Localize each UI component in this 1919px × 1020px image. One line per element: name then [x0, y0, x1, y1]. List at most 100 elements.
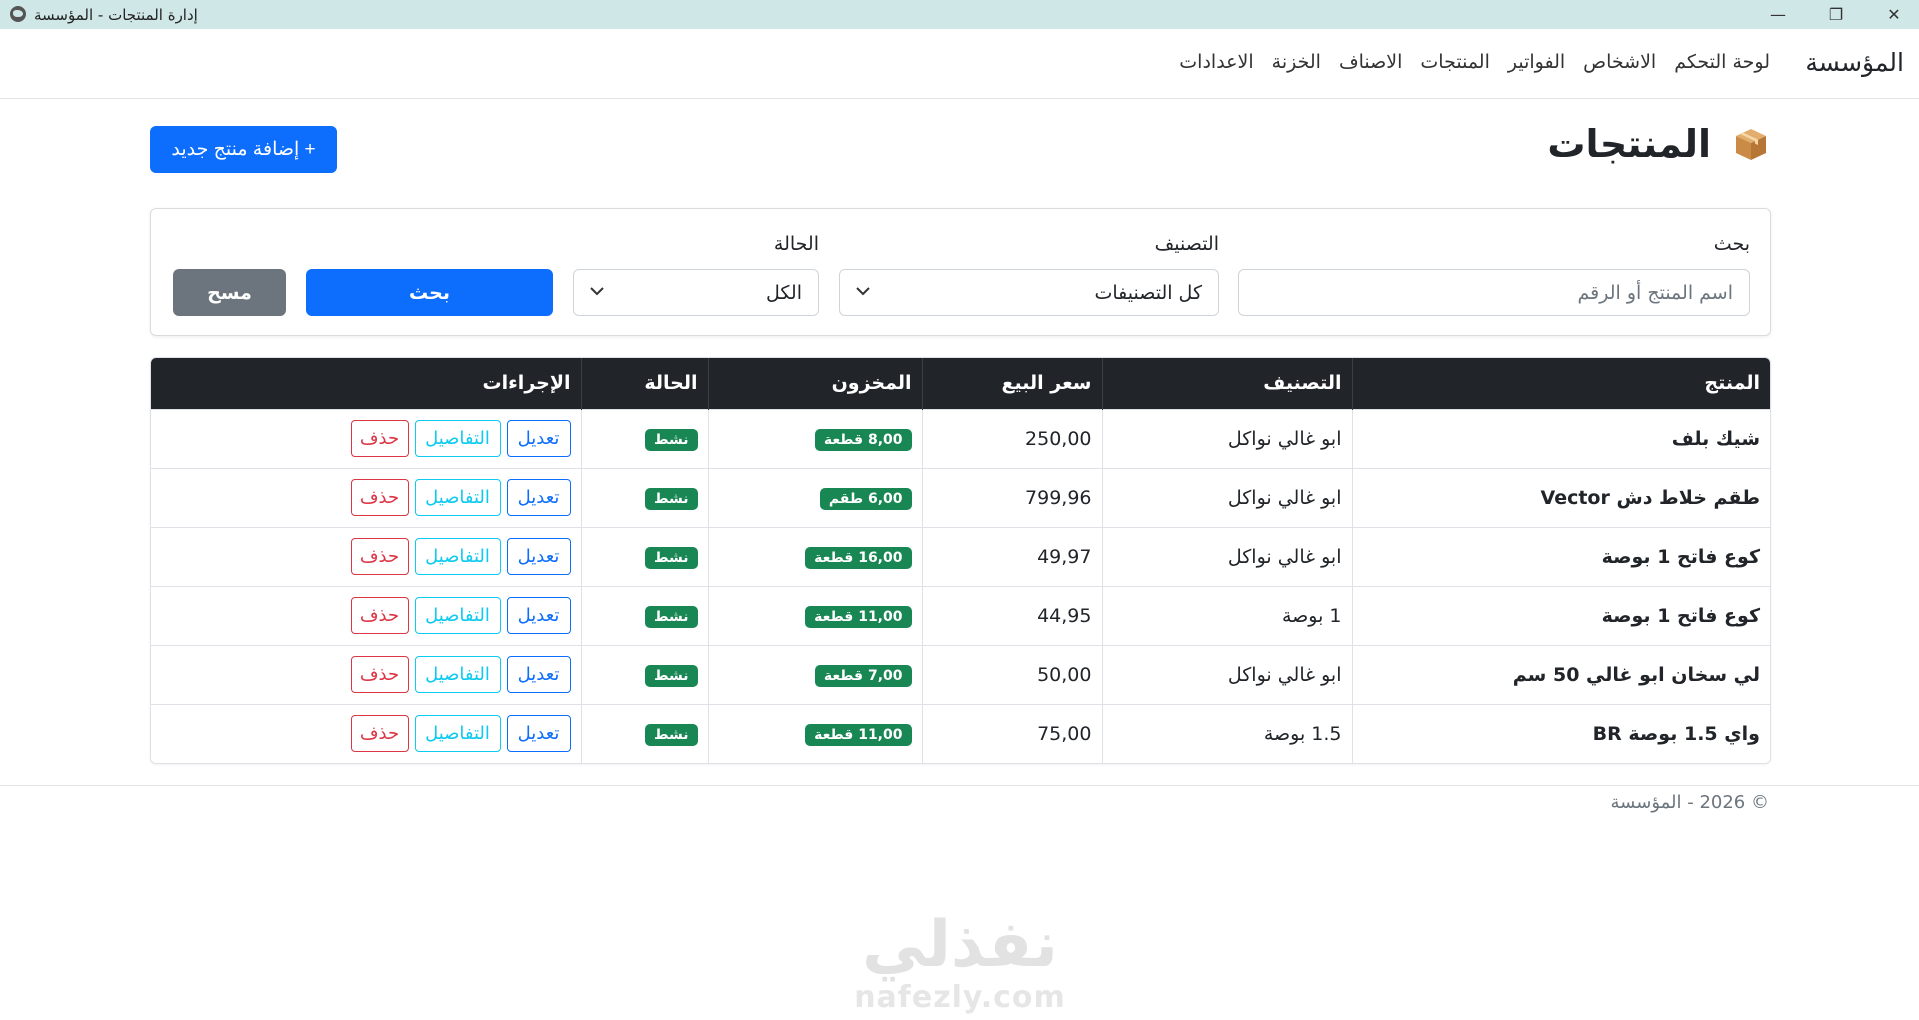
nav-categories[interactable]: الاصناف	[1330, 51, 1411, 73]
nav-links: لوحة التحكم الاشخاص الفواتير المنتجات ال…	[1170, 51, 1779, 73]
products-table: المنتج التصنيف سعر البيع المخزون الحالة …	[150, 357, 1771, 764]
product-price: 44,95	[921, 586, 1102, 645]
status-badge: نشط	[645, 664, 698, 687]
edit-button[interactable]: تعديل	[506, 597, 571, 634]
app-globe-icon	[10, 6, 26, 22]
watermark-arabic: نفذلي	[862, 908, 1058, 982]
package-box-icon	[1733, 126, 1769, 162]
product-category: ابو غالي نواكل	[1101, 409, 1352, 468]
header-actions: الإجراءات	[482, 372, 571, 395]
edit-button[interactable]: تعديل	[506, 420, 571, 457]
product-name: كوع فاتح 1 بوصة	[1351, 527, 1770, 586]
delete-button[interactable]: حذف	[350, 479, 409, 516]
navbar: المؤسسة لوحة التحكم الاشخاص الفواتير الم…	[0, 29, 1919, 99]
edit-button[interactable]: تعديل	[506, 538, 571, 575]
nav-treasury[interactable]: الخزنة	[1263, 51, 1330, 73]
table-row: شيك بلف ابو غالي نواكل 250,00 8,00 قطعة …	[151, 409, 1770, 468]
delete-button[interactable]: حذف	[350, 597, 409, 634]
product-category: 1 بوصة	[1101, 586, 1352, 645]
category-label: التصنيف	[1154, 233, 1219, 255]
chevron-down-icon	[590, 287, 604, 296]
product-name: شيك بلف	[1351, 409, 1770, 468]
product-price: 799,96	[921, 468, 1102, 527]
product-name: طقم خلاط دش Vector	[1351, 468, 1770, 527]
close-button[interactable]: ✕	[1864, 0, 1919, 29]
nav-products[interactable]: المنتجات	[1411, 51, 1498, 73]
table-row: لي سخان ابو غالي 50 سم ابو غالي نواكل 50…	[151, 645, 1770, 704]
product-name: واي 1.5 بوصة BR	[1351, 704, 1770, 763]
product-category: ابو غالي نواكل	[1101, 468, 1352, 527]
details-button[interactable]: التفاصيل	[414, 656, 501, 693]
stock-badge: 11,00 قطعة	[805, 723, 912, 746]
nav-people[interactable]: الاشخاص	[1574, 51, 1665, 73]
search-button[interactable]: بحث	[306, 269, 553, 316]
status-badge: نشط	[645, 723, 698, 746]
category-selected-value: كل التصنيفات	[1094, 281, 1202, 304]
edit-button[interactable]: تعديل	[506, 656, 571, 693]
details-button[interactable]: التفاصيل	[414, 538, 501, 575]
footer: © 2026 - المؤسسة	[0, 785, 1919, 825]
category-select[interactable]: كل التصنيفات	[839, 269, 1219, 316]
minimize-button[interactable]: —	[1748, 0, 1808, 29]
search-placeholder: اسم المنتج أو الرقم	[1577, 281, 1733, 304]
status-badge: نشط	[645, 428, 698, 451]
product-price: 50,00	[921, 645, 1102, 704]
chevron-down-icon	[856, 287, 870, 296]
status-select[interactable]: الكل	[573, 269, 819, 316]
header-status: الحالة	[580, 358, 708, 409]
nav-settings[interactable]: الاعدادات	[1170, 51, 1262, 73]
search-input[interactable]: اسم المنتج أو الرقم	[1238, 269, 1750, 316]
delete-button[interactable]: حذف	[350, 656, 409, 693]
stock-badge: 8,00 قطعة	[814, 428, 912, 451]
product-price: 49,97	[921, 527, 1102, 586]
watermark-latin: nafezly.com	[854, 980, 1066, 1015]
status-badge: نشط	[645, 546, 698, 569]
table-row: طقم خلاط دش Vector ابو غالي نواكل 799,96…	[151, 468, 1770, 527]
nav-invoices[interactable]: الفواتير	[1499, 51, 1574, 73]
details-button[interactable]: التفاصيل	[414, 479, 501, 516]
details-button[interactable]: التفاصيل	[414, 597, 501, 634]
product-name: كوع فاتح 1 بوصة	[1351, 586, 1770, 645]
footer-copyright: © 2026 - المؤسسة	[1610, 792, 1769, 813]
product-category: ابو غالي نواكل	[1101, 527, 1352, 586]
status-badge: نشط	[645, 487, 698, 510]
stock-badge: 6,00 طقم	[819, 487, 912, 510]
watermark-logo: نفذلي nafezly.com	[852, 908, 1068, 1018]
delete-button[interactable]: حذف	[350, 538, 409, 575]
clear-button[interactable]: مسح	[173, 269, 286, 316]
details-button[interactable]: التفاصيل	[414, 420, 501, 457]
table-row: واي 1.5 بوصة BR 1.5 بوصة 75,00 11,00 قطع…	[151, 704, 1770, 763]
table-row: كوع فاتح 1 بوصة 1 بوصة 44,95 11,00 قطعة …	[151, 586, 1770, 645]
nav-dashboard[interactable]: لوحة التحكم	[1665, 51, 1779, 73]
add-product-button[interactable]: + إضافة منتج جديد	[150, 126, 337, 173]
header-product: المنتج	[1351, 358, 1770, 409]
status-selected-value: الكل	[766, 281, 802, 304]
product-name: لي سخان ابو غالي 50 سم	[1351, 645, 1770, 704]
filter-card: بحث اسم المنتج أو الرقم التصنيف كل التصن…	[150, 208, 1771, 336]
window-titlebar: إدارة المنتجات - المؤسسة — ❐ ✕	[0, 0, 1919, 29]
table-row: كوع فاتح 1 بوصة ابو غالي نواكل 49,97 16,…	[151, 527, 1770, 586]
edit-button[interactable]: تعديل	[506, 479, 571, 516]
status-label: الحالة	[773, 233, 819, 255]
delete-button[interactable]: حذف	[350, 715, 409, 753]
header-price: سعر البيع	[921, 358, 1102, 409]
header-stock: المخزون	[707, 358, 922, 409]
product-price: 250,00	[921, 409, 1102, 468]
search-label: بحث	[1713, 233, 1750, 255]
brand-link[interactable]: المؤسسة	[1805, 48, 1904, 77]
page-header: المنتجات	[1547, 122, 1769, 166]
stock-badge: 7,00 قطعة	[814, 664, 912, 687]
page-title: المنتجات	[1547, 122, 1711, 166]
window-title: إدارة المنتجات - المؤسسة	[34, 6, 198, 24]
details-button[interactable]: التفاصيل	[414, 715, 501, 753]
header-category: التصنيف	[1101, 358, 1352, 409]
edit-button[interactable]: تعديل	[506, 715, 571, 753]
product-category: ابو غالي نواكل	[1101, 645, 1352, 704]
maximize-button[interactable]: ❐	[1806, 0, 1866, 29]
stock-badge: 16,00 قطعة	[805, 546, 912, 569]
delete-button[interactable]: حذف	[350, 420, 409, 457]
product-category: 1.5 بوصة	[1101, 704, 1352, 763]
stock-badge: 11,00 قطعة	[805, 605, 912, 628]
status-badge: نشط	[645, 605, 698, 628]
table-header-row: المنتج التصنيف سعر البيع المخزون الحالة …	[151, 358, 1770, 409]
